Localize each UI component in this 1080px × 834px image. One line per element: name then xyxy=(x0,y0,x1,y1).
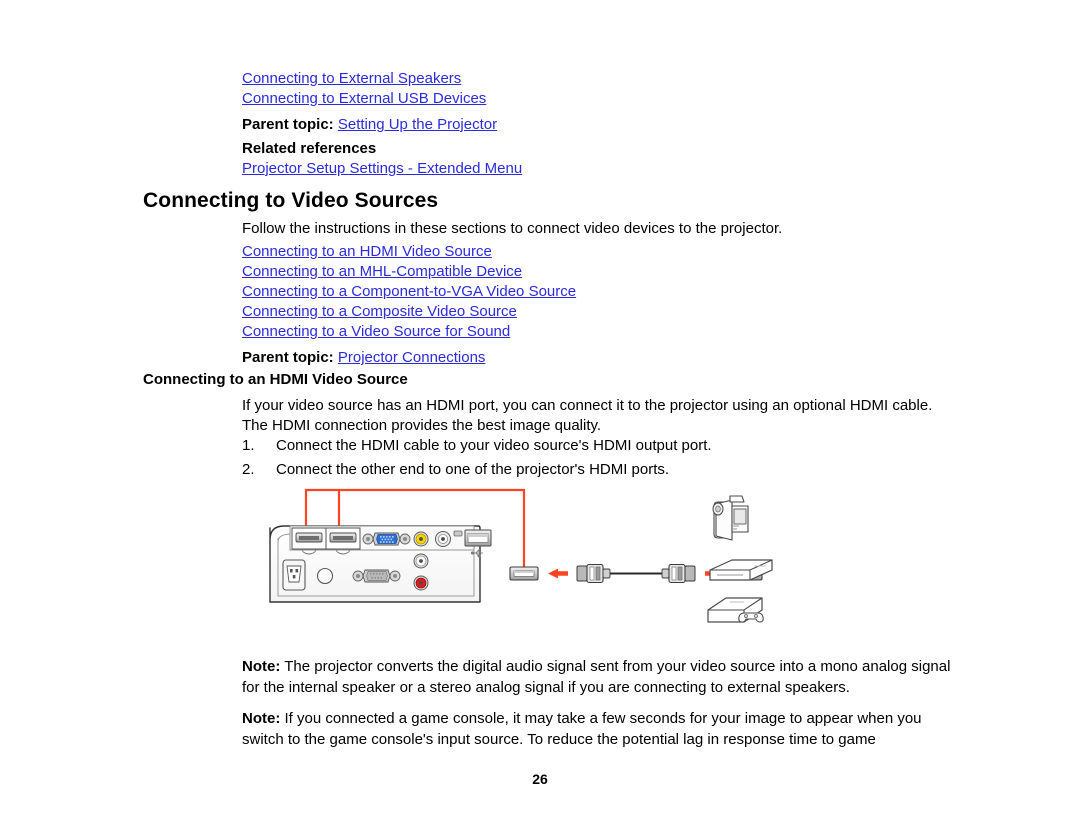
related-references-heading: Related references xyxy=(242,140,377,157)
media-player-device xyxy=(709,559,773,581)
hdmi-cable xyxy=(576,563,696,584)
note-1: Note: The projector converts the digital… xyxy=(242,656,962,698)
step-2: 2. Connect the other end to one of the pr… xyxy=(242,460,669,480)
game-console-device xyxy=(707,597,764,623)
link-setting-up-the-projector[interactable]: Setting Up the Projector xyxy=(338,116,497,133)
camcorder-device-detail xyxy=(712,495,749,541)
round-hole xyxy=(316,567,334,585)
power-inlet xyxy=(282,559,306,591)
section-intro-paragraph: Follow the instructions in these section… xyxy=(242,220,783,237)
step-1: 1. Connect the HDMI cable to your video s… xyxy=(242,436,712,456)
page-number: 26 xyxy=(532,771,548,787)
link-connecting-mhl-compatible-device[interactable]: Connecting to an MHL-Compatible Device xyxy=(242,262,576,282)
rca-video-yellow xyxy=(413,531,429,547)
step-1-number: 1. xyxy=(242,437,255,454)
page-title: Connecting to Video Sources xyxy=(143,189,439,212)
note-2-label: Note: xyxy=(242,710,281,727)
parent-topic-label: Parent topic: xyxy=(242,116,334,133)
rca-audio-white xyxy=(413,553,429,569)
link-connecting-component-to-vga-video-source[interactable]: Connecting to a Component-to-VGA Video S… xyxy=(242,282,576,302)
note-1-text: The projector converts the digital audio… xyxy=(242,658,951,696)
note-2-text: If you connected a game console, it may … xyxy=(242,710,922,748)
link-connecting-external-usb-devices[interactable]: Connecting to External USB Devices xyxy=(242,89,486,109)
link-projector-connections[interactable]: Projector Connections xyxy=(338,349,486,366)
parent-topic-line-2: Parent topic: Projector Connections xyxy=(242,348,485,368)
link-connecting-composite-video-source[interactable]: Connecting to a Composite Video Source xyxy=(242,302,576,322)
top-link-list: Connecting to External Speakers Connecti… xyxy=(242,69,486,109)
link-connecting-video-source-for-sound[interactable]: Connecting to a Video Source for Sound xyxy=(242,322,576,342)
link-connecting-hdmi-video-source[interactable]: Connecting to an HDMI Video Source xyxy=(242,242,576,262)
subsection-intro-paragraph: If your video source has an HDMI port, y… xyxy=(242,397,933,434)
rca-audio-red xyxy=(413,575,429,591)
parent-topic-line-1: Parent topic: Setting Up the Projector xyxy=(242,115,497,135)
vga-port xyxy=(362,532,411,546)
document-page: Connecting to External Speakers Connecti… xyxy=(0,0,1080,834)
projector-hdmi-connection-diagram xyxy=(262,482,782,632)
gamepad-icon xyxy=(738,612,764,623)
step-2-number: 2. xyxy=(242,461,255,478)
step-2-text: Connect the other end to one of the proj… xyxy=(276,461,670,478)
section-link-list: Connecting to an HDMI Video Source Conne… xyxy=(242,242,576,342)
serial-port xyxy=(352,569,401,583)
arrow-left-icon xyxy=(548,568,568,579)
subsection-title: Connecting to an HDMI Video Source xyxy=(143,371,408,388)
note-2: Note: If you connected a game console, i… xyxy=(242,708,962,750)
link-projector-setup-settings-extended-menu[interactable]: Projector Setup Settings - Extended Menu xyxy=(242,159,522,179)
mono-jack xyxy=(435,531,451,547)
hdmi-target-port xyxy=(509,566,539,581)
step-1-text: Connect the HDMI cable to your video sou… xyxy=(276,437,712,454)
parent-topic-label-2: Parent topic: xyxy=(242,349,334,366)
link-connecting-external-speakers[interactable]: Connecting to External Speakers xyxy=(242,69,486,89)
note-1-label: Note: xyxy=(242,658,281,675)
